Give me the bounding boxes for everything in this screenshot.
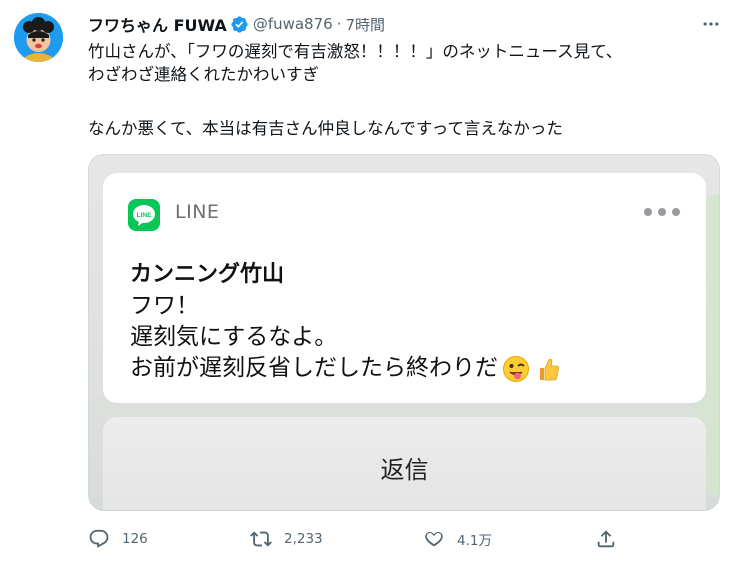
like-button[interactable]: 4.1万	[423, 526, 492, 552]
more-options-icon	[703, 22, 719, 26]
winking-tongue-emoji-icon	[503, 355, 529, 382]
notification-reply-button: 返信	[103, 417, 706, 510]
tweet-text: 竹山さんが、「フワの遅刻で有吉激怒！！！！」のネットニュース見て、 わざわざ連絡…	[88, 40, 718, 140]
share-icon	[597, 530, 615, 548]
more-options-button[interactable]	[698, 11, 724, 37]
line-app-icon-text: LINE	[137, 212, 152, 219]
handle[interactable]: @fuwa876	[253, 15, 333, 33]
notification-app-name: LINE	[175, 201, 220, 223]
line-app-icon: LINE	[128, 199, 160, 231]
like-count: 4.1万	[457, 533, 492, 549]
tweet-action-bar: 126 2,233 4.1万	[88, 526, 628, 552]
reply-icon	[89, 529, 109, 548]
avatar[interactable]	[14, 13, 63, 62]
retweet-button[interactable]: 2,233	[250, 526, 323, 552]
avatar-image	[14, 13, 63, 62]
thumbs-up-emoji-icon	[540, 358, 559, 380]
reply-count: 126	[122, 531, 148, 547]
tweet-text-line: なんか悪くて、本当は有吉さん仲良しなんですって言えなかった	[88, 119, 563, 138]
tweet-media-image[interactable]: LINE LINE カンニング竹山 フワ！ 遅刻気にするなよ。 お前が遅刻反省し…	[88, 154, 720, 511]
retweet-icon	[250, 531, 272, 547]
tweet-header: フワちゃん FUWA @fuwa876 · 7時間	[88, 12, 385, 36]
notification-message-line: フワ！	[130, 293, 199, 319]
tweet-text-line: 竹山さんが、「フワの遅刻で有吉激怒！！！！」のネットニュース見て、	[88, 42, 623, 61]
notification-message-text: お前が遅刻反省しだしたら終わりだ	[130, 355, 498, 381]
notification-message: フワ！ 遅刻気にするなよ。 お前が遅刻反省しだしたら終わりだ	[130, 291, 562, 384]
line-notification-card: LINE LINE カンニング竹山 フワ！ 遅刻気にするなよ。 お前が遅刻反省し…	[103, 173, 706, 403]
like-icon	[425, 531, 443, 547]
reply-button[interactable]: 126	[88, 526, 148, 552]
notification-message-line-last: お前が遅刻反省しだしたら終わりだ	[130, 353, 562, 384]
share-button[interactable]	[595, 526, 617, 552]
notification-reply-label: 返信	[380, 456, 429, 484]
display-name[interactable]: フワちゃん FUWA	[88, 12, 227, 36]
retweet-count: 2,233	[284, 531, 323, 547]
notification-sender: カンニング竹山	[130, 262, 285, 287]
separator: ·	[336, 15, 342, 33]
notification-message-line: 遅刻気にするなよ。	[130, 324, 338, 350]
tweet-text-line: わざわざ連絡くれたかわいすぎ	[88, 65, 319, 84]
notification-more-icon	[644, 208, 680, 216]
timestamp[interactable]: 7時間	[345, 14, 385, 35]
verified-badge-icon	[231, 15, 248, 33]
